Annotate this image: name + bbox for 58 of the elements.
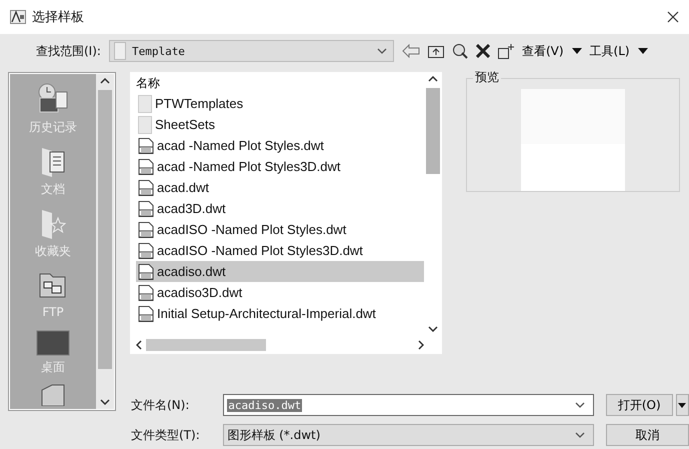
file-item[interactable]: PTWTemplates <box>136 93 424 114</box>
file-type-label: 文件类型(T): <box>131 426 201 444</box>
open-button[interactable]: 打开(O) <box>606 394 673 416</box>
column-header[interactable]: 名称 <box>136 74 160 93</box>
up-folder-icon[interactable] <box>428 44 444 58</box>
scroll-up-icon[interactable] <box>428 76 438 82</box>
file-item[interactable]: acad.dwt <box>136 177 424 198</box>
scroll-right-icon[interactable] <box>418 340 424 350</box>
dwt-file-icon <box>138 180 154 196</box>
dwt-file-icon <box>138 138 154 154</box>
dwt-file-icon <box>138 200 154 216</box>
file-item[interactable]: acadISO -Named Plot Styles.dwt <box>136 219 424 240</box>
dwt-file-icon <box>138 284 154 300</box>
chevron-down-icon[interactable] <box>574 402 585 408</box>
tools-menu[interactable]: 工具(L) <box>590 42 630 60</box>
open-menu-button[interactable] <box>676 394 689 416</box>
look-in-label: 查找范围(I): <box>36 42 101 60</box>
scroll-left-icon[interactable] <box>136 340 142 350</box>
file-item[interactable]: acadiso3D.dwt <box>136 282 424 303</box>
chevron-down-icon[interactable] <box>575 432 586 438</box>
file-name-label: 文件名(N): <box>131 396 190 414</box>
cancel-button[interactable]: 取消 <box>606 424 689 446</box>
file-item[interactable]: acadiso.dwt <box>136 261 424 282</box>
file-item[interactable]: SheetSets <box>136 114 424 135</box>
views-menu[interactable]: 查看(V) <box>522 42 564 60</box>
scroll-up-icon[interactable] <box>100 78 110 84</box>
dwt-file-icon <box>138 242 154 258</box>
dwt-file-icon <box>138 306 154 322</box>
file-item[interactable]: acadISO -Named Plot Styles3D.dwt <box>136 240 424 261</box>
app-icon <box>10 10 26 24</box>
file-item[interactable]: acad3D.dwt <box>136 198 424 219</box>
dropdown-arrow-icon[interactable] <box>638 48 648 54</box>
window-title: 选择样板 <box>32 9 85 26</box>
desktop-icon <box>36 330 70 356</box>
search-web-icon[interactable] <box>452 43 468 59</box>
dwt-file-icon <box>138 264 154 280</box>
close-button[interactable] <box>667 11 679 23</box>
delete-icon[interactable] <box>476 44 490 58</box>
new-folder-icon[interactable] <box>498 44 514 58</box>
folder-icon <box>138 116 152 134</box>
file-type-dropdown[interactable]: 图形样板 (*.dwt) <box>223 424 594 446</box>
file-item[interactable]: Initial Setup-Architectural-Imperial.dwt <box>136 303 424 324</box>
scroll-down-icon[interactable] <box>100 399 110 405</box>
preview-label: 预览 <box>473 69 501 86</box>
folder-icon <box>114 42 126 60</box>
dwt-file-icon <box>138 222 154 238</box>
scrollbar[interactable] <box>96 74 114 409</box>
folder-icon <box>138 94 152 112</box>
scroll-down-icon[interactable] <box>428 326 438 332</box>
file-item[interactable]: acad -Named Plot Styles.dwt <box>136 135 424 156</box>
file-item[interactable]: acad -Named Plot Styles3D.dwt <box>136 156 424 177</box>
file-name-field[interactable]: acadiso.dwt <box>223 394 594 416</box>
back-arrow-icon[interactable] <box>402 44 420 58</box>
dropdown-arrow-icon[interactable] <box>678 402 686 408</box>
look-in-dropdown[interactable]: Template <box>108 40 394 62</box>
dwt-file-icon <box>138 158 154 174</box>
chevron-down-icon[interactable] <box>376 48 387 54</box>
dropdown-arrow-icon[interactable] <box>572 48 582 54</box>
